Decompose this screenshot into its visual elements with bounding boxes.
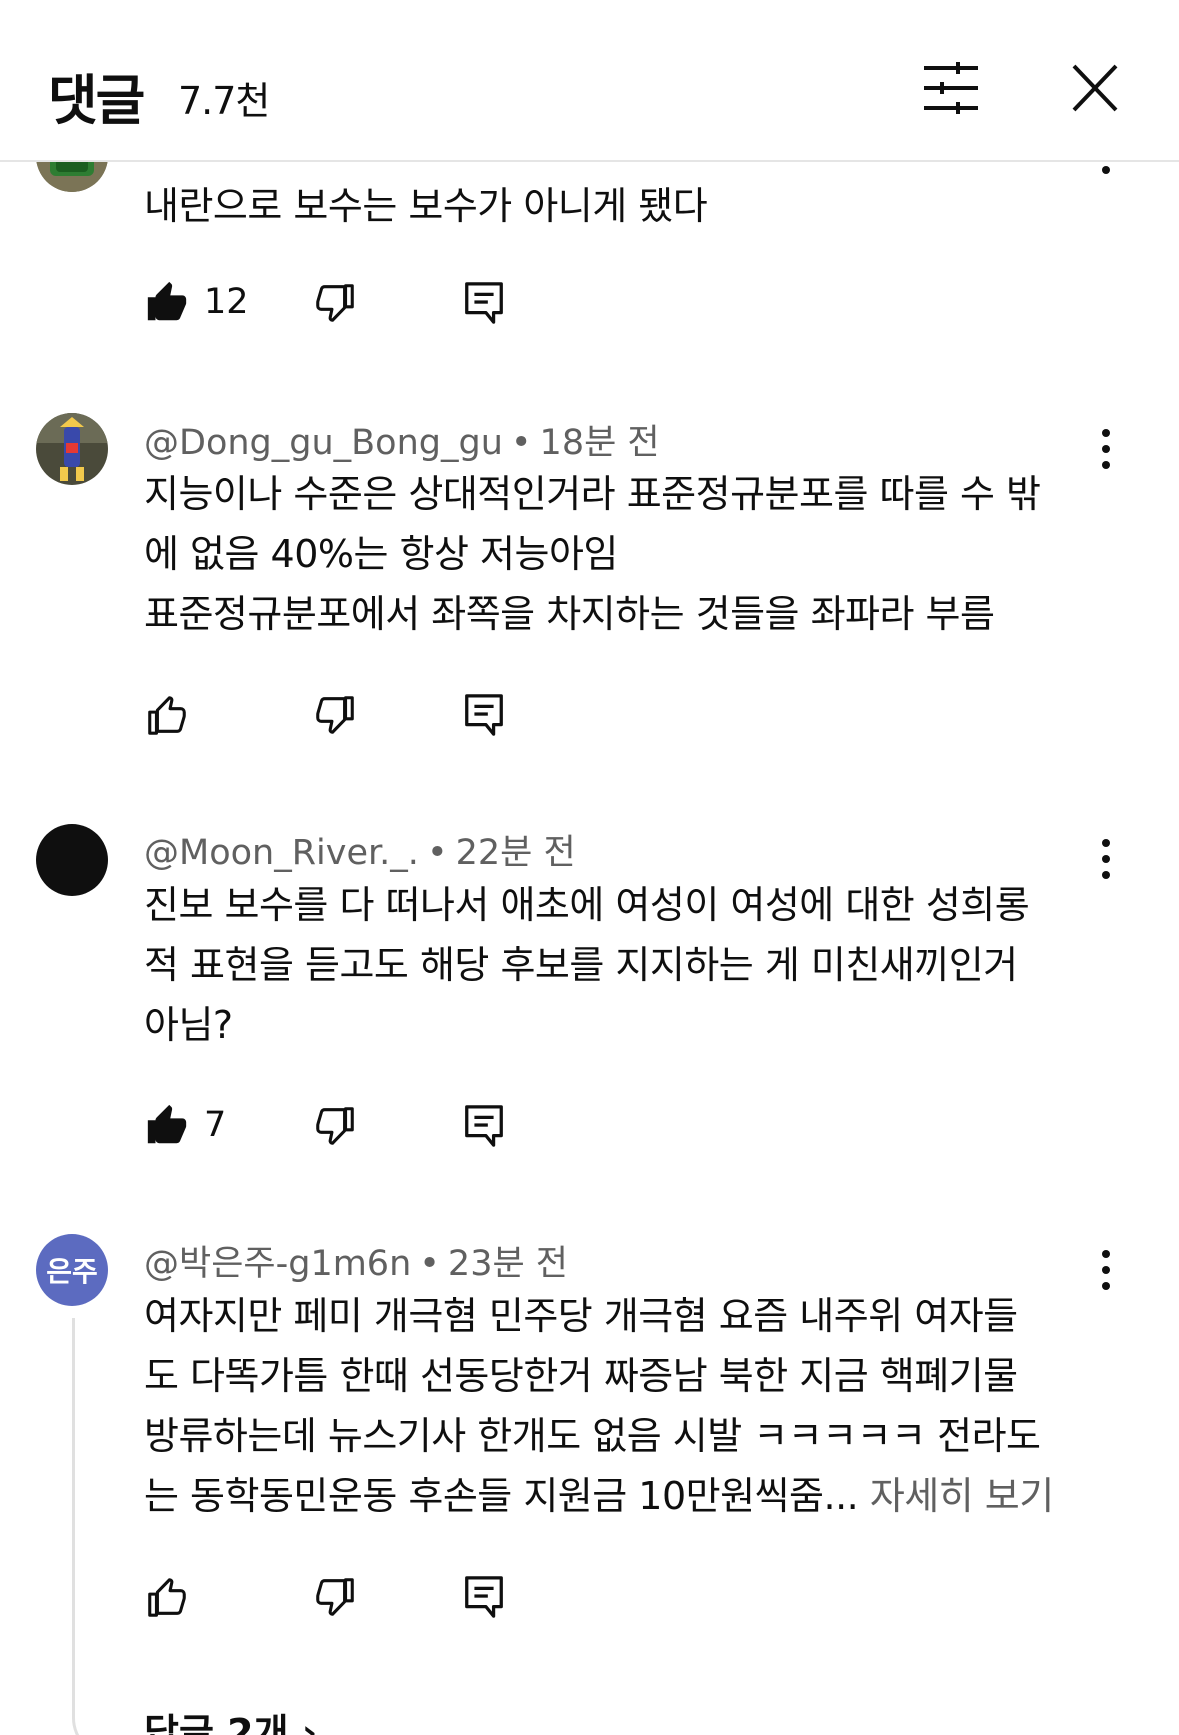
comment-text: 여자지만 페미 개극혐 민주당 개극혐 요즘 내주위 여자들 도 다똑가틈 한때… <box>144 1294 1054 1518</box>
comment-actions <box>144 1574 564 1626</box>
comment-item: 은주 @박은주-g1m6n • 23분 전 여자지만 페미 개극혐 민주당 개극혐 … <box>0 0 1179 1735</box>
thumbs-down-icon <box>316 1578 354 1616</box>
dislike-button[interactable] <box>312 1574 358 1620</box>
avatar-initials: 은주 <box>46 1255 98 1288</box>
thumbs-up-icon <box>148 1578 186 1617</box>
header-title: 댓글 <box>48 69 145 132</box>
comment-count: 7.7천 <box>178 79 270 123</box>
view-replies-button[interactable]: 답글 2개 › <box>144 1702 317 1735</box>
read-more-link[interactable]: 자세히 보기 <box>858 1474 1054 1518</box>
sliders-icon <box>924 62 978 114</box>
reply-comment-icon <box>465 1576 503 1618</box>
like-button[interactable] <box>144 1574 190 1620</box>
sort-filter-button[interactable] <box>922 60 980 116</box>
close-button[interactable] <box>1070 62 1120 114</box>
comment-meta: @박은주-g1m6n • 23분 전 <box>144 1244 568 1284</box>
comments-header: 댓글 7.7천 <box>0 0 1179 162</box>
close-icon <box>1072 64 1118 112</box>
timestamp: 23분 전 <box>447 1244 568 1284</box>
avatar[interactable]: 은주 <box>36 1234 108 1306</box>
reply-button[interactable] <box>462 1574 506 1620</box>
author-handle[interactable]: @박은주-g1m6n <box>144 1244 411 1284</box>
comments-sheet: 댓글 7.7천 내란으로 보수는 보수가 아니게 됐다 12 @Dong_gu_… <box>0 0 1179 1735</box>
